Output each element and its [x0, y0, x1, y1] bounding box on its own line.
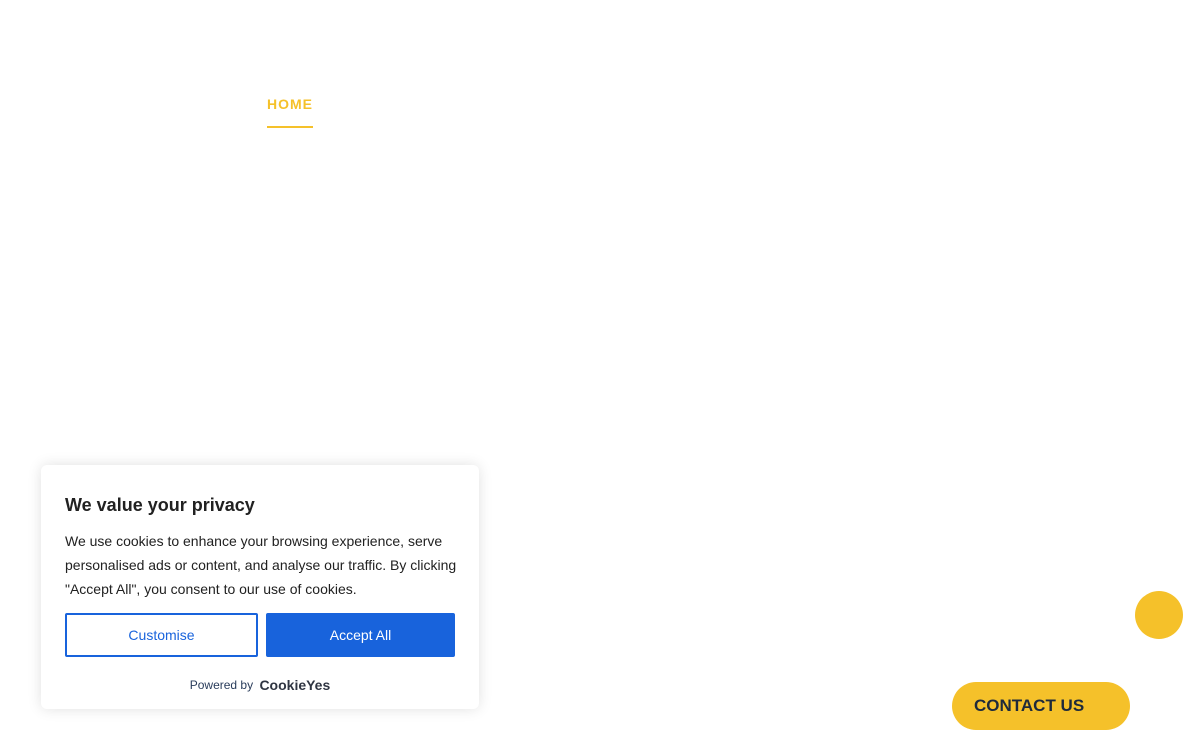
contact-us-label: CONTACT US [974, 696, 1085, 715]
cookie-consent-banner: We value your privacy We use cookies to … [41, 465, 479, 709]
contact-us-button[interactable]: CONTACT US [952, 682, 1130, 730]
page: HOME We value your privacy We use cookie… [0, 0, 1200, 750]
nav-home-link[interactable]: HOME [267, 96, 313, 128]
cookie-button-group: Customise Accept All [65, 613, 455, 657]
customise-button[interactable]: Customise [65, 613, 258, 657]
cookie-description: We use cookies to enhance your browsing … [65, 533, 457, 597]
accept-all-button[interactable]: Accept All [266, 613, 455, 657]
cookie-title: We value your privacy [65, 495, 255, 515]
powered-by-label: Powered by [189, 678, 254, 692]
powered-by: Powered by CookieYes [41, 677, 479, 693]
floating-action-button[interactable] [1135, 591, 1183, 639]
cookieyes-logo[interactable]: CookieYes [259, 677, 330, 693]
